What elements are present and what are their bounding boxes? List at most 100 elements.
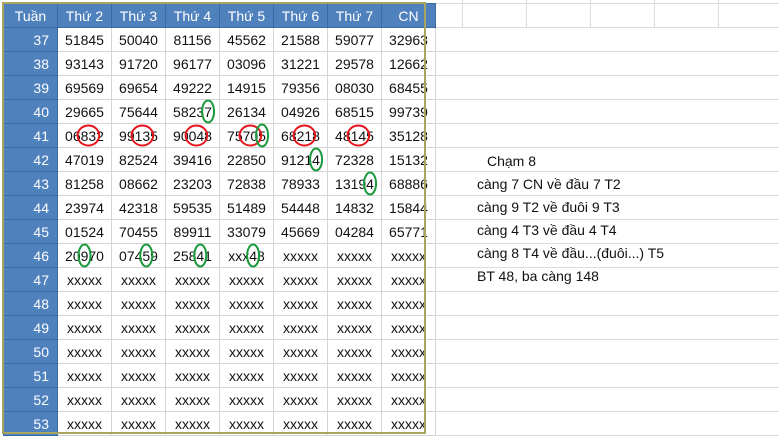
result-cell[interactable]: xxxxx <box>381 387 436 412</box>
column-header-day[interactable]: Thứ 7 <box>327 3 382 28</box>
result-cell[interactable]: 04284 <box>327 219 382 244</box>
result-cell[interactable]: xxxxx <box>381 411 436 436</box>
result-cell[interactable]: xxxxx <box>165 339 220 364</box>
week-number-cell[interactable]: 48 <box>3 291 58 316</box>
week-number-cell[interactable]: 50 <box>3 339 58 364</box>
result-cell[interactable]: 96177 <box>165 51 220 76</box>
result-cell[interactable]: 25841 <box>165 243 220 268</box>
result-cell[interactable]: 65771 <box>381 219 436 244</box>
result-cell[interactable]: 91720 <box>111 51 166 76</box>
column-header-week[interactable]: Tuần <box>3 3 58 28</box>
note-line[interactable]: càng 9 T2 về đuôi 9 T3 <box>477 196 737 219</box>
result-cell[interactable]: xxxxx <box>165 267 220 292</box>
result-cell[interactable]: xxxxx <box>165 363 220 388</box>
result-cell[interactable]: 12662 <box>381 51 436 76</box>
result-cell[interactable]: 58237 <box>165 99 220 124</box>
result-cell[interactable]: 48145 <box>327 123 382 148</box>
result-cell[interactable]: 29665 <box>57 99 112 124</box>
week-number-cell[interactable]: 39 <box>3 75 58 100</box>
week-number-cell[interactable]: 51 <box>3 363 58 388</box>
result-cell[interactable]: 49222 <box>165 75 220 100</box>
result-cell[interactable]: 33079 <box>219 219 274 244</box>
result-cell[interactable]: 91214 <box>273 147 328 172</box>
result-cell[interactable]: 99135 <box>111 123 166 148</box>
result-cell[interactable]: 06832 <box>57 123 112 148</box>
result-cell[interactable]: 82524 <box>111 147 166 172</box>
result-cell[interactable]: 51489 <box>219 195 274 220</box>
result-cell[interactable]: xxxxx <box>57 387 112 412</box>
result-cell[interactable]: 90048 <box>165 123 220 148</box>
result-cell[interactable]: xxxxx <box>219 363 274 388</box>
result-cell[interactable]: 70455 <box>111 219 166 244</box>
week-number-cell[interactable]: 45 <box>3 219 58 244</box>
note-line[interactable]: BT 48, ba càng 148 <box>477 265 737 288</box>
column-header-day[interactable]: Thứ 3 <box>111 3 166 28</box>
result-cell[interactable]: xxxxx <box>57 291 112 316</box>
result-cell[interactable]: 50040 <box>111 27 166 52</box>
result-cell[interactable]: xxxxx <box>327 387 382 412</box>
result-cell[interactable]: 31221 <box>273 51 328 76</box>
result-cell[interactable]: 14915 <box>219 75 274 100</box>
week-number-cell[interactable]: 43 <box>3 171 58 196</box>
result-cell[interactable]: xxxxx <box>273 267 328 292</box>
result-cell[interactable]: 59535 <box>165 195 220 220</box>
result-cell[interactable]: 35128 <box>381 123 436 148</box>
column-header-day[interactable]: Thứ 6 <box>273 3 328 28</box>
result-cell[interactable]: 21588 <box>273 27 328 52</box>
result-cell[interactable]: xxxxx <box>381 291 436 316</box>
result-cell[interactable]: 20970 <box>57 243 112 268</box>
result-cell[interactable]: xxxxx <box>57 411 112 436</box>
week-number-cell[interactable]: 44 <box>3 195 58 220</box>
result-cell[interactable]: 15844 <box>381 195 436 220</box>
result-cell[interactable]: 29578 <box>327 51 382 76</box>
result-cell[interactable]: xxxxx <box>219 315 274 340</box>
result-cell[interactable]: 59077 <box>327 27 382 52</box>
result-cell[interactable]: xxxxx <box>381 267 436 292</box>
result-cell[interactable]: 81258 <box>57 171 112 196</box>
result-cell[interactable]: xxxxx <box>273 339 328 364</box>
column-header-day[interactable]: Thứ 2 <box>57 3 112 28</box>
result-cell[interactable]: xxxxx <box>327 339 382 364</box>
result-cell[interactable]: 68218 <box>273 123 328 148</box>
result-cell[interactable]: 69654 <box>111 75 166 100</box>
result-cell[interactable]: 45669 <box>273 219 328 244</box>
column-header-day[interactable]: Thứ 4 <box>165 3 220 28</box>
result-cell[interactable]: xxxxx <box>381 363 436 388</box>
result-cell[interactable]: 68515 <box>327 99 382 124</box>
result-cell[interactable]: xxxxx <box>111 411 166 436</box>
result-cell[interactable]: xxxxx <box>111 363 166 388</box>
result-cell[interactable]: xxxxx <box>57 339 112 364</box>
result-cell[interactable]: 78933 <box>273 171 328 196</box>
result-cell[interactable]: xxxxx <box>219 411 274 436</box>
result-cell[interactable]: 68455 <box>381 75 436 100</box>
week-number-cell[interactable]: 53 <box>3 411 58 436</box>
result-cell[interactable]: 01524 <box>57 219 112 244</box>
result-cell[interactable]: xxxxx <box>273 411 328 436</box>
result-cell[interactable]: xxxxx <box>165 291 220 316</box>
result-cell[interactable]: xxxxx <box>327 315 382 340</box>
result-cell[interactable]: xxxxx <box>111 291 166 316</box>
result-cell[interactable]: xxxxx <box>327 411 382 436</box>
result-cell[interactable]: 81156 <box>165 27 220 52</box>
result-cell[interactable]: 75644 <box>111 99 166 124</box>
result-cell[interactable]: xxxxx <box>381 315 436 340</box>
result-cell[interactable]: xxxxx <box>111 267 166 292</box>
result-cell[interactable]: 89911 <box>165 219 220 244</box>
result-cell[interactable]: 32963 <box>381 27 436 52</box>
week-number-cell[interactable]: 52 <box>3 387 58 412</box>
result-cell[interactable]: xxxxx <box>111 315 166 340</box>
result-cell[interactable]: xxxxx <box>165 411 220 436</box>
result-cell[interactable]: xxxxx <box>327 363 382 388</box>
result-cell[interactable]: 69569 <box>57 75 112 100</box>
note-line[interactable]: càng 7 CN về đầu 7 T2 <box>477 173 737 196</box>
result-cell[interactable]: xxxxx <box>327 267 382 292</box>
note-line[interactable]: càng 8 T4 về đầu...(đuôi...) T5 <box>477 242 737 265</box>
week-number-cell[interactable]: 49 <box>3 315 58 340</box>
result-cell[interactable]: xxxxx <box>57 315 112 340</box>
result-cell[interactable]: xxxxx <box>327 291 382 316</box>
result-cell[interactable]: 13194 <box>327 171 382 196</box>
result-cell[interactable]: xxxxx <box>273 315 328 340</box>
result-cell[interactable]: xxxxx <box>273 243 328 268</box>
result-cell[interactable]: 75705 <box>219 123 274 148</box>
result-cell[interactable]: xxxxx <box>165 315 220 340</box>
